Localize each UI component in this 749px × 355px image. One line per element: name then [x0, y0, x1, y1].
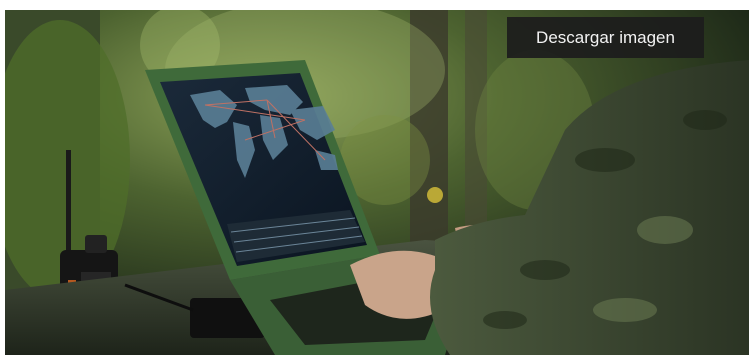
download-image-button[interactable]: Descargar imagen — [507, 17, 704, 58]
hero-photo — [5, 10, 749, 355]
photo-scene — [5, 10, 749, 355]
radio-antenna — [66, 150, 71, 255]
